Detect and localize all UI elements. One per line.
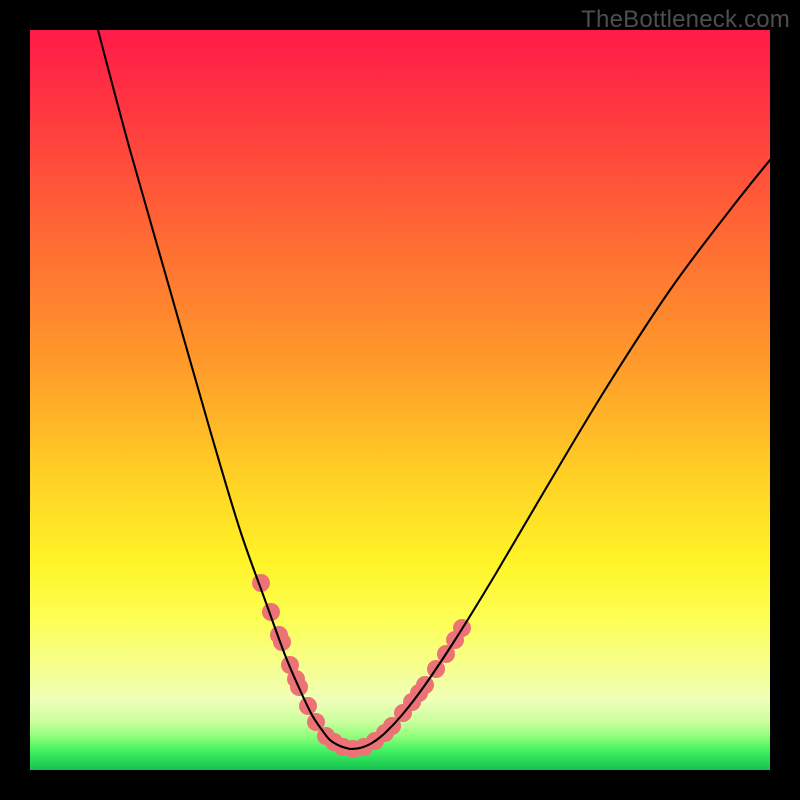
watermark-text: TheBottleneck.com [581, 6, 790, 34]
left-arm-curve [98, 30, 350, 749]
chart-frame [30, 30, 770, 770]
right-arm-curve [350, 160, 770, 749]
curve-layer [30, 30, 770, 770]
